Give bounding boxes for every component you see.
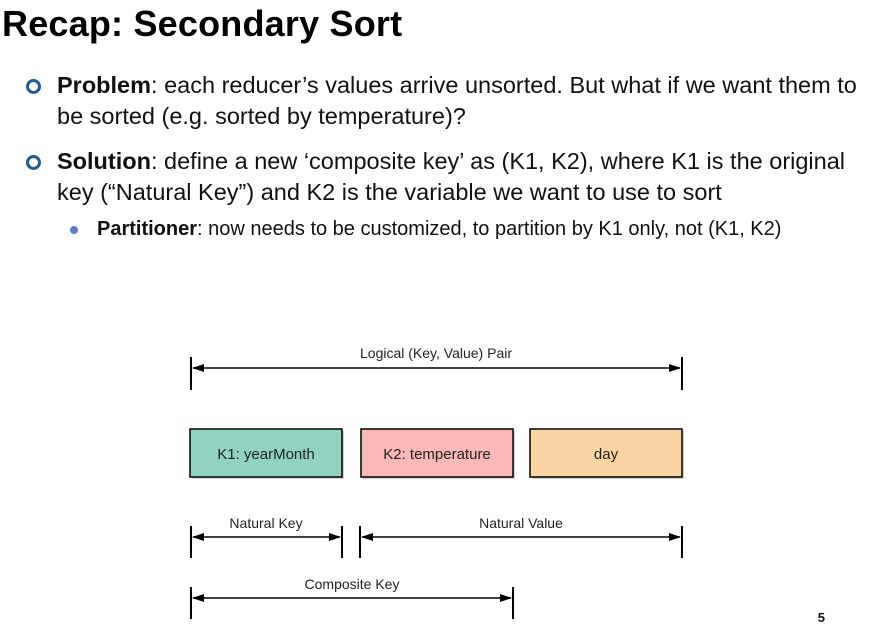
composite-key-label: Composite Key: [305, 576, 400, 592]
composite-key-span: Composite Key: [190, 576, 514, 619]
box-k1-label: K1: yearMonth: [217, 446, 315, 463]
natural-value-label: Natural Value: [479, 515, 563, 531]
key-value-boxes: K1: yearMonth K2: temperature day: [189, 428, 684, 479]
logical-pair-label: Logical (Key, Value) Pair: [360, 345, 512, 361]
composite-key-diagram: Logical (Key, Value) Pair K1: yearMonth …: [189, 345, 684, 619]
natural-value-span: Natural Value: [359, 515, 683, 558]
box-day-label: day: [594, 446, 619, 463]
logical-pair-span: Logical (Key, Value) Pair: [190, 345, 683, 390]
natural-key-span: Natural Key: [190, 515, 343, 558]
box-k2-label: K2: temperature: [383, 446, 491, 463]
page-number: 5: [817, 610, 825, 625]
natural-key-label: Natural Key: [229, 515, 302, 531]
